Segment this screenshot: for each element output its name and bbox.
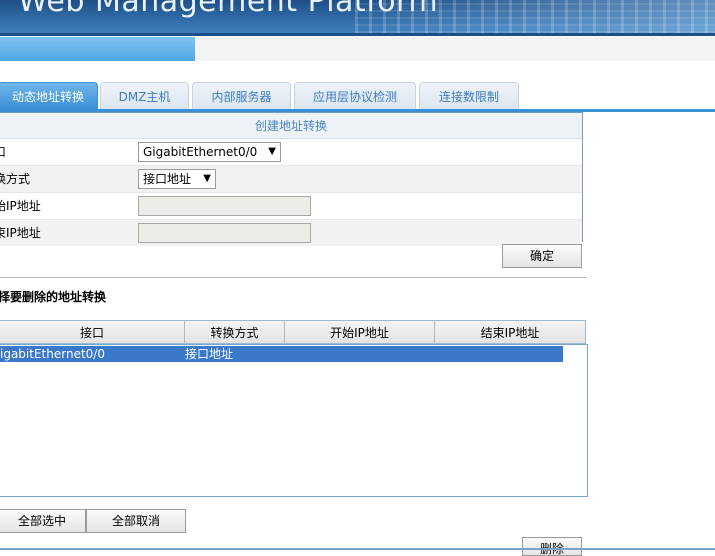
bottom-divider: [0, 548, 715, 550]
tab-dynamic-nat[interactable]: 动态地址转换: [0, 82, 98, 109]
column-header-start-ip: 开始IP地址: [285, 321, 435, 343]
interface-select[interactable]: GigabitEthernet0/0 ▼: [138, 142, 281, 162]
nat-table-header: 接口 转换方式 开始IP地址 结束IP地址: [0, 320, 586, 344]
progress-fill: [0, 37, 196, 61]
mode-select-value: 接口地址: [143, 172, 192, 186]
end-ip-input[interactable]: [138, 223, 311, 243]
create-panel-caption: 创建地址转换: [0, 113, 582, 139]
start-ip-label: 始IP地址: [0, 199, 41, 213]
delete-button[interactable]: 删除: [522, 537, 582, 556]
chevron-down-icon: ▼: [268, 146, 276, 157]
tab-connection-limit[interactable]: 连接数限制: [419, 82, 519, 109]
progress-strip: [0, 37, 715, 61]
end-ip-row: 束IP地址: [0, 220, 582, 246]
tab-bar: 动态地址转换 DMZ主机 内部服务器 应用层协议检测 连接数限制: [0, 82, 715, 109]
mode-select[interactable]: 接口地址 ▼: [138, 169, 216, 189]
mode-row: 换方式 接口地址 ▼: [0, 166, 582, 193]
create-nat-panel: 创建地址转换 口 GigabitEthernet0/0 ▼ 换方式 接口地址 ▼…: [0, 112, 583, 246]
banner-divider: [0, 33, 715, 36]
interface-row: 口 GigabitEthernet0/0 ▼: [0, 139, 582, 166]
tab-alg-detection[interactable]: 应用层协议检测: [294, 82, 416, 109]
interface-label: 口: [0, 145, 7, 159]
list-item-mode: 接口地址: [185, 347, 234, 361]
banner-building-image: [355, 0, 715, 33]
select-all-button[interactable]: 全部选中: [0, 509, 86, 533]
start-ip-input[interactable]: [138, 196, 311, 216]
section-divider: [0, 277, 587, 278]
delete-section-title: 择要删除的地址转换: [0, 290, 107, 304]
column-header-mode: 转换方式: [185, 321, 285, 343]
start-ip-row: 始IP地址: [0, 193, 582, 220]
nat-list[interactable]: igabitEthernet0/0 接口地址: [0, 344, 588, 497]
mode-label: 换方式: [0, 172, 31, 186]
deselect-all-button[interactable]: 全部取消: [86, 509, 186, 533]
tab-internal-server[interactable]: 内部服务器: [192, 82, 291, 109]
interface-select-value: GigabitEthernet0/0: [143, 145, 258, 159]
chevron-down-icon: ▼: [203, 173, 211, 184]
column-header-end-ip: 结束IP地址: [480, 326, 540, 340]
column-header-interface: 接口: [0, 321, 185, 343]
end-ip-label: 束IP地址: [0, 226, 41, 240]
tab-dmz-host[interactable]: DMZ主机: [100, 82, 189, 109]
confirm-button[interactable]: 确定: [502, 244, 582, 268]
list-item[interactable]: igabitEthernet0/0 接口地址: [0, 346, 563, 362]
header-banner: Web Management Platform: [0, 0, 715, 33]
list-item-interface: igabitEthernet0/0: [0, 347, 105, 361]
